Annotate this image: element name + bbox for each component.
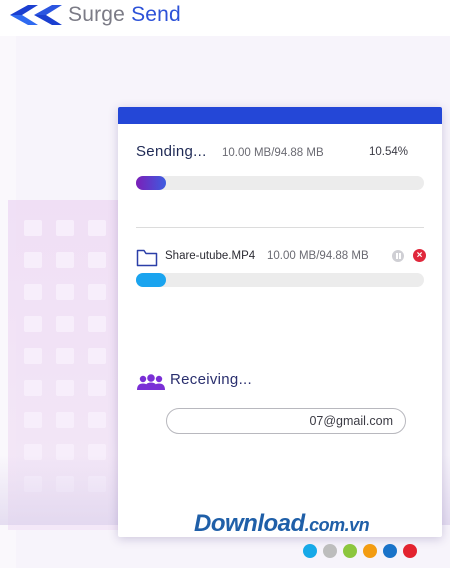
panel-header-bar <box>118 107 442 124</box>
surge-send-logo-icon <box>10 5 62 25</box>
pause-icon[interactable] <box>392 250 404 262</box>
receiving-title: Receiving... <box>170 371 252 388</box>
building-window <box>24 316 42 332</box>
file-name: Share-utube.MP4 <box>165 250 256 262</box>
building-window <box>24 412 42 428</box>
file-progress-track <box>136 273 424 287</box>
building-window <box>56 412 74 428</box>
file-item: Share-utube.MP4 10.00 MB/94.88 MB × <box>136 247 426 269</box>
sending-title: Sending... <box>136 143 207 160</box>
watermark-dot <box>303 544 317 558</box>
divider <box>136 227 424 228</box>
transfer-panel: Sending... 10.00 MB/94.88 MB 10.54% Shar… <box>118 107 442 537</box>
watermark-dots <box>303 544 417 558</box>
building-window <box>56 380 74 396</box>
building-window <box>88 316 106 332</box>
users-icon <box>137 374 165 390</box>
building-window <box>56 252 74 268</box>
watermark-dot <box>343 544 357 558</box>
building-window <box>56 348 74 364</box>
watermark-logo: Download.com.vn <box>194 510 370 537</box>
building-window <box>56 316 74 332</box>
app-logo: Surge Send <box>8 2 181 28</box>
cancel-icon[interactable]: × <box>413 249 426 262</box>
watermark-dot <box>323 544 337 558</box>
file-progress-fill <box>136 273 167 287</box>
building-window <box>88 412 106 428</box>
building-window <box>24 348 42 364</box>
building-window <box>24 220 42 236</box>
building-window <box>88 220 106 236</box>
sending-size: 10.00 MB/94.88 MB <box>222 147 324 159</box>
file-size: 10.00 MB/94.88 MB <box>267 250 369 262</box>
building-window <box>56 284 74 300</box>
building-window <box>88 284 106 300</box>
sending-progress-track <box>136 176 424 190</box>
building-window <box>24 284 42 300</box>
watermark-dot <box>403 544 417 558</box>
folder-icon <box>136 249 158 267</box>
building-window <box>24 380 42 396</box>
watermark-dot <box>363 544 377 558</box>
building-window <box>24 252 42 268</box>
sending-percent: 10.54% <box>369 146 409 158</box>
watermark-dot <box>383 544 397 558</box>
email-field[interactable]: 07@gmail.com <box>166 408 406 434</box>
building-window <box>88 348 106 364</box>
sending-status-row: Sending... 10.00 MB/94.88 MB 10.54% <box>136 143 426 163</box>
app-title: Surge Send <box>68 3 181 26</box>
building-window <box>88 380 106 396</box>
building-window <box>56 220 74 236</box>
building-window <box>88 252 106 268</box>
sending-progress-fill <box>136 176 167 190</box>
